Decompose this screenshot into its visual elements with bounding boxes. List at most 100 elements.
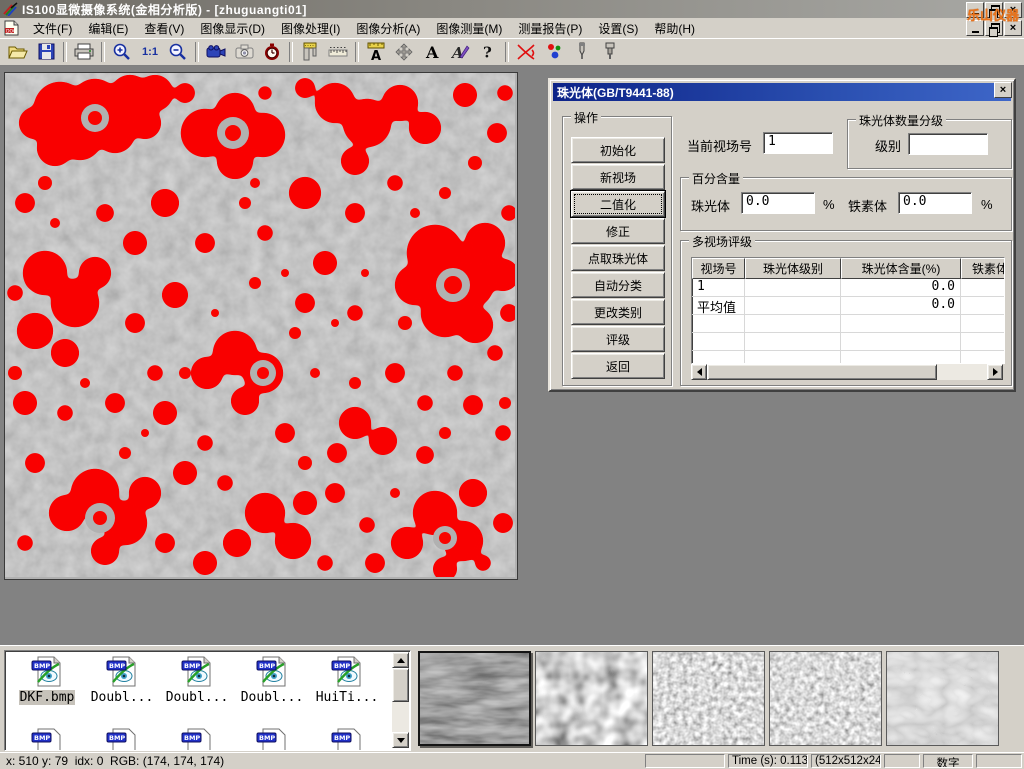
file-list-scrollbar[interactable] xyxy=(392,652,409,748)
brush-tool-icon[interactable] xyxy=(596,39,624,65)
dialog-close-button[interactable]: × xyxy=(994,82,1012,98)
scroll-down-button[interactable] xyxy=(392,732,409,748)
document-icon[interactable]: DOC xyxy=(4,20,19,36)
title-bar: IS100显微摄像系统(金相分析版) - [zhuguangti01] × xyxy=(0,0,1024,18)
actual-size-icon[interactable]: 1:1 xyxy=(136,39,164,65)
scrollbar-thumb[interactable] xyxy=(392,668,409,702)
ferrite-percent-input[interactable]: 0.0 xyxy=(898,192,972,214)
caliper-icon[interactable] xyxy=(296,39,324,65)
measure-text-icon[interactable]: A xyxy=(362,39,390,65)
pen-tool-icon[interactable] xyxy=(568,39,596,65)
ruler-icon[interactable] xyxy=(324,39,352,65)
save-icon[interactable] xyxy=(32,39,60,65)
svg-text:BMP: BMP xyxy=(259,734,275,742)
file-item-partial[interactable]: BMP xyxy=(11,727,83,751)
menu-view[interactable]: 查看(V) xyxy=(136,18,192,39)
restore-button[interactable] xyxy=(985,2,1003,18)
menu-help[interactable]: 帮助(H) xyxy=(646,18,703,39)
cell xyxy=(961,297,1005,314)
change-class-button[interactable]: 更改类别 xyxy=(571,299,665,325)
percent-group-label: 百分含量 xyxy=(689,170,743,187)
file-name[interactable]: DKF.bmp xyxy=(19,690,76,705)
menu-measure-report[interactable]: 测量报告(P) xyxy=(510,18,590,39)
file-item[interactable]: BMP Doubl... xyxy=(161,655,233,705)
scroll-left-button[interactable] xyxy=(691,364,707,380)
file-item-partial[interactable]: BMP xyxy=(161,727,233,751)
col-field-number[interactable]: 视场号 xyxy=(692,258,745,279)
menu-settings[interactable]: 设置(S) xyxy=(590,18,646,39)
print-icon[interactable] xyxy=(70,39,98,65)
menu-image-process[interactable]: 图像处理(I) xyxy=(273,18,348,39)
thumbnail[interactable] xyxy=(652,651,765,746)
file-name[interactable]: Doubl... xyxy=(165,690,230,705)
svg-text:BMP: BMP xyxy=(334,662,350,670)
mdi-close-button[interactable]: × xyxy=(1004,20,1022,36)
zoom-in-icon[interactable] xyxy=(108,39,136,65)
rate-button[interactable]: 评级 xyxy=(571,326,665,352)
bmp-file-icon: BMP xyxy=(255,655,289,689)
scroll-right-button[interactable] xyxy=(987,364,1003,380)
scroll-up-button[interactable] xyxy=(392,652,409,668)
init-button[interactable]: 初始化 xyxy=(571,137,665,163)
menu-edit[interactable]: 编辑(E) xyxy=(80,18,136,39)
return-button[interactable]: 返回 xyxy=(571,353,665,379)
file-item-partial[interactable]: BMP xyxy=(86,727,158,751)
table-horizontal-scrollbar[interactable] xyxy=(691,364,1003,380)
metallograph-image[interactable] xyxy=(4,72,518,580)
pick-pearlite-button[interactable]: 点取珠光体 xyxy=(571,245,665,271)
file-name[interactable]: HuiTi... xyxy=(315,690,380,705)
zoom-out-icon[interactable] xyxy=(164,39,192,65)
help-icon[interactable]: ? xyxy=(474,39,502,65)
styled-text-icon[interactable]: A xyxy=(446,39,474,65)
col-pearlite-content[interactable]: 珠光体含量(%) xyxy=(841,258,961,279)
dialog-title-bar[interactable]: 珠光体(GB/T9441-88) xyxy=(553,83,1011,101)
grade-input[interactable] xyxy=(908,133,988,155)
binarize-button[interactable]: 二值化 xyxy=(571,191,665,217)
open-file-icon[interactable] xyxy=(4,39,32,65)
move-icon[interactable] xyxy=(390,39,418,65)
menu-image-analysis[interactable]: 图像分析(A) xyxy=(348,18,428,39)
file-item[interactable]: BMP HuiTi... xyxy=(311,655,383,705)
correct-button[interactable]: 修正 xyxy=(571,218,665,244)
close-button[interactable]: × xyxy=(1004,2,1022,18)
col-ferrite[interactable]: 铁素体 xyxy=(961,258,1005,279)
file-name[interactable]: Doubl... xyxy=(240,690,305,705)
mdi-restore-button[interactable] xyxy=(985,20,1003,36)
menu-image-measure[interactable]: 图像测量(M) xyxy=(428,18,510,39)
new-field-button[interactable]: 新视场 xyxy=(571,164,665,190)
timer-icon[interactable] xyxy=(258,39,286,65)
mdi-minimize-button[interactable] xyxy=(966,20,984,36)
current-field-input[interactable]: 1 xyxy=(763,132,833,154)
menu-image-display[interactable]: 图像显示(D) xyxy=(192,18,273,39)
file-list[interactable]: BMP DKF.bmp BMP Doubl... xyxy=(4,650,411,751)
scrollbar-thumb[interactable] xyxy=(707,364,937,380)
col-pearlite-grade[interactable]: 珠光体级别 xyxy=(745,258,841,279)
table-row[interactable]: 平均值 0.0 xyxy=(692,297,1004,315)
file-item[interactable]: BMP Doubl... xyxy=(86,655,158,705)
pearlite-percent-input[interactable]: 0.0 xyxy=(741,192,815,214)
video-camera-icon[interactable] xyxy=(202,39,230,65)
rating-table-header: 视场号 珠光体级别 珠光体含量(%) 铁素体 xyxy=(692,258,1004,279)
menu-file[interactable]: 文件(F) xyxy=(25,18,80,39)
file-item[interactable]: BMP DKF.bmp xyxy=(11,655,83,705)
thumbnail[interactable] xyxy=(535,651,648,746)
bmp-file-icon: BMP xyxy=(30,655,64,689)
rating-table[interactable]: 视场号 珠光体级别 珠光体含量(%) 铁素体 1 0.0 平均值 0.0 xyxy=(691,257,1005,364)
cell xyxy=(745,297,841,314)
camera-icon[interactable] xyxy=(230,39,258,65)
auto-classify-button[interactable]: 自动分类 xyxy=(571,272,665,298)
table-row[interactable]: 1 0.0 xyxy=(692,279,1004,297)
text-icon[interactable]: A xyxy=(418,39,446,65)
thumbnail[interactable] xyxy=(418,651,531,746)
particles-icon[interactable] xyxy=(540,39,568,65)
file-item[interactable]: BMP Doubl... xyxy=(236,655,308,705)
curve-tool-icon[interactable] xyxy=(512,39,540,65)
thumbnail[interactable] xyxy=(769,651,882,746)
status-mode: 数字 xyxy=(923,754,973,768)
thumbnail[interactable] xyxy=(886,651,999,746)
file-item-partial[interactable]: BMP xyxy=(236,727,308,751)
file-item-partial[interactable]: BMP xyxy=(311,727,383,751)
multi-field-group-label: 多视场评级 xyxy=(689,233,755,250)
minimize-button[interactable] xyxy=(966,2,984,18)
file-name[interactable]: Doubl... xyxy=(90,690,155,705)
